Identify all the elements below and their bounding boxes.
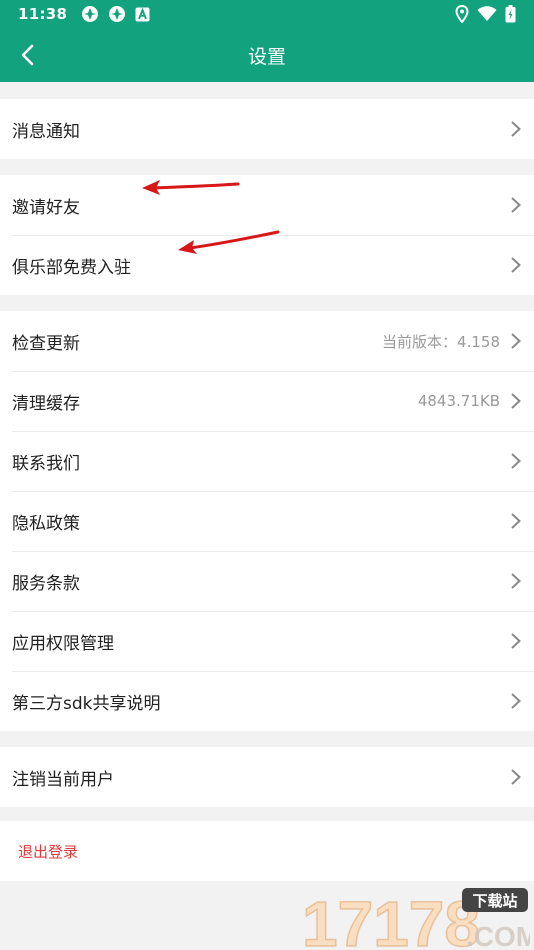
watermark-logo: 17178 下载站 .COM bbox=[301, 888, 530, 950]
row-label: 邀请好友 bbox=[12, 197, 80, 218]
settings-row-club-join[interactable]: 俱乐部免费入驻 bbox=[0, 235, 534, 295]
row-label: 联系我们 bbox=[12, 453, 80, 474]
chevron-right-icon bbox=[511, 121, 521, 137]
status-system-icons bbox=[455, 5, 516, 23]
chevron-right-icon bbox=[511, 633, 521, 649]
settings-row-check-update[interactable]: 检查更新 当前版本：4.158 bbox=[0, 311, 534, 371]
status-notification-icons bbox=[81, 5, 150, 23]
wifi-icon bbox=[477, 6, 497, 21]
row-label: 清理缓存 bbox=[12, 393, 80, 414]
settings-row-third-party-sdk[interactable]: 第三方sdk共享说明 bbox=[0, 671, 534, 731]
row-label: 俱乐部免费入驻 bbox=[12, 257, 131, 278]
settings-row-clear-cache[interactable]: 清理缓存 4843.71KB bbox=[0, 371, 534, 431]
app-a-icon bbox=[135, 7, 150, 21]
settings-row-contact-us[interactable]: 联系我们 bbox=[0, 431, 534, 491]
version-value: 当前版本：4.158 bbox=[382, 332, 500, 351]
status-time: 11:38 bbox=[18, 5, 68, 23]
logout-button[interactable]: 退出登录 bbox=[0, 821, 534, 881]
status-bar: 11:38 bbox=[0, 0, 534, 28]
chevron-right-icon bbox=[511, 693, 521, 709]
settings-group-app: 检查更新 当前版本：4.158 清理缓存 4843.71KB 联系我们 隐私政策… bbox=[0, 311, 534, 731]
logout-label: 退出登录 bbox=[18, 842, 79, 861]
settings-group-account: 注销当前用户 bbox=[0, 747, 534, 807]
settings-row-notifications[interactable]: 消息通知 bbox=[0, 99, 534, 159]
row-label: 检查更新 bbox=[12, 333, 80, 354]
chevron-right-icon bbox=[511, 257, 521, 273]
chevron-right-icon bbox=[511, 333, 521, 349]
chevron-left-icon bbox=[21, 44, 34, 66]
app-notification-icon bbox=[82, 6, 99, 22]
settings-row-privacy-policy[interactable]: 隐私政策 bbox=[0, 491, 534, 551]
row-label: 第三方sdk共享说明 bbox=[12, 693, 161, 714]
chevron-right-icon bbox=[511, 197, 521, 213]
app-notification-icon bbox=[109, 6, 126, 22]
row-label: 服务条款 bbox=[12, 573, 80, 594]
top-bar: 11:38 设置 bbox=[0, 0, 534, 82]
watermark-tag: 下载站 bbox=[472, 892, 517, 910]
back-button[interactable] bbox=[10, 38, 44, 72]
settings-row-deactivate-user[interactable]: 注销当前用户 bbox=[0, 747, 534, 807]
row-label: 应用权限管理 bbox=[12, 633, 114, 654]
watermark-domain: .COM bbox=[466, 921, 530, 950]
settings-row-invite-friends[interactable]: 邀请好友 bbox=[0, 175, 534, 235]
chevron-right-icon bbox=[511, 453, 521, 469]
page-title: 设置 bbox=[247, 45, 286, 68]
row-label: 消息通知 bbox=[12, 121, 80, 142]
settings-group-social: 邀请好友 俱乐部免费入驻 bbox=[0, 175, 534, 295]
settings-row-app-permissions[interactable]: 应用权限管理 bbox=[0, 611, 534, 671]
chevron-right-icon bbox=[511, 513, 521, 529]
settings-group-notifications: 消息通知 bbox=[0, 99, 534, 159]
chevron-right-icon bbox=[511, 393, 521, 409]
location-icon bbox=[455, 5, 469, 23]
watermark-brand: 17178 bbox=[302, 888, 480, 950]
row-label: 注销当前用户 bbox=[12, 769, 114, 790]
row-label: 隐私政策 bbox=[12, 513, 80, 534]
chevron-right-icon bbox=[511, 769, 521, 785]
cache-size-value: 4843.71KB bbox=[417, 392, 500, 410]
app-bar: 设置 bbox=[0, 28, 534, 82]
chevron-right-icon bbox=[511, 573, 521, 589]
settings-group-logout: 退出登录 bbox=[0, 821, 534, 881]
battery-icon bbox=[505, 5, 516, 23]
settings-row-terms-of-service[interactable]: 服务条款 bbox=[0, 551, 534, 611]
